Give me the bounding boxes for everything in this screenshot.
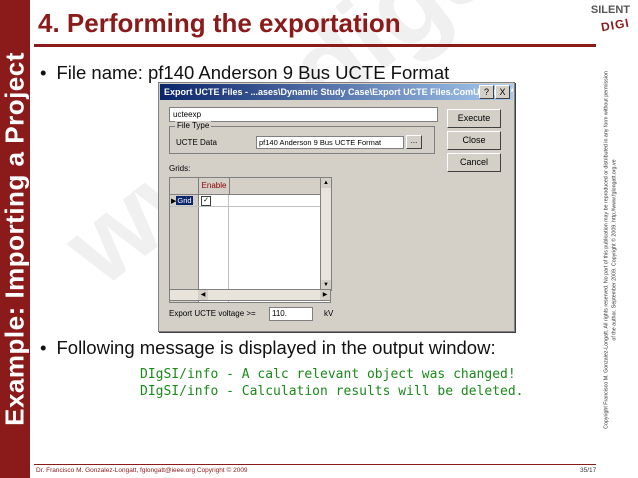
output-window-text: DIgSI/info - A calc relevant object was … — [140, 366, 524, 400]
bullet-text: Following message is displayed in the ou… — [56, 337, 496, 358]
close-button[interactable]: Close — [447, 131, 501, 150]
footer-rule — [34, 464, 596, 465]
voltage-field[interactable]: 110. — [269, 307, 313, 321]
title-rule — [34, 44, 596, 47]
bullet-dot: • — [40, 337, 47, 358]
grids-label: Grids: — [169, 164, 191, 173]
row-name: Grid — [176, 196, 193, 205]
horizontal-scrollbar[interactable]: ◀ ▶ — [169, 289, 331, 301]
output-line: DIgSI/info - A calc relevant object was … — [140, 367, 516, 382]
ucte-data-field[interactable]: pf140 Anderson 9 Bus UCTE Format — [256, 136, 404, 149]
column-divider — [228, 195, 229, 302]
bullet-text: File name: pf140 Anderson 9 Bus UCTE For… — [56, 62, 450, 83]
execute-button[interactable]: Execute — [447, 109, 501, 128]
table-header-row: Enable — [170, 178, 330, 195]
logo-text-bottom: DIGI — [600, 15, 631, 35]
logo: SILENT DIGI — [588, 2, 634, 42]
copyright-line: Copyright Francisco M. Gonzalez-Longatt.… — [603, 71, 610, 429]
file-type-legend: File Type — [175, 121, 212, 130]
cancel-button[interactable]: Cancel — [447, 153, 501, 172]
help-button[interactable]: ? — [479, 85, 494, 99]
dialog-titlebar[interactable]: Export UCTE Files - ...ases\Dynamic Stud… — [160, 84, 513, 100]
row-label: ▶Grid — [171, 195, 197, 206]
browse-button[interactable]: ... — [406, 135, 422, 149]
page-number: 35/17 — [580, 467, 597, 474]
copyright-line: of the author. September 2009. Copyright… — [611, 159, 617, 341]
dialog-title: Export UCTE Files - ...ases\Dynamic Stud… — [164, 87, 513, 97]
bullet-output-message: • Following message is displayed in the o… — [40, 337, 496, 359]
row-header-column — [170, 195, 199, 302]
grids-table: Enable ▶Grid ✓ — [169, 177, 331, 303]
output-line: DIgSI/info - Calculation results will be… — [140, 384, 524, 399]
scroll-up-icon[interactable]: ▲ — [321, 178, 331, 188]
table-row[interactable]: ▶Grid ✓ — [170, 195, 330, 207]
command-name-field[interactable]: ucteexp — [169, 107, 438, 122]
dialog-close-button[interactable]: X — [495, 85, 510, 99]
bullet-dot: • — [40, 62, 47, 83]
export-ucte-dialog: Export UCTE Files - ...ases\Dynamic Stud… — [158, 82, 515, 332]
enable-column-header[interactable]: Enable — [198, 178, 230, 194]
footer-author: Dr. Francisco M. Gonzalez-Longatt, fglon… — [36, 467, 248, 474]
scroll-left-icon[interactable]: ◀ — [198, 290, 208, 300]
file-type-group: File Type UCTE Data pf140 Anderson 9 Bus… — [169, 121, 435, 154]
logo-text-top: SILENT — [590, 4, 630, 16]
sidebar: Example: Importing a Project — [0, 0, 30, 478]
voltage-unit: kV — [324, 309, 334, 318]
sidebar-title: Example: Importing a Project — [0, 52, 30, 426]
enable-checkbox[interactable]: ✓ — [201, 196, 211, 206]
copyright-notice: Copyright Francisco M. Gonzalez-Longatt.… — [604, 71, 619, 429]
scroll-right-icon[interactable]: ▶ — [320, 290, 330, 300]
voltage-label: Export UCTE voltage >= — [169, 309, 256, 318]
bullet-file-name: • File name: pf140 Anderson 9 Bus UCTE Fo… — [40, 62, 449, 84]
vertical-scrollbar[interactable]: ▲ ▼ — [320, 177, 332, 291]
slide-title: 4. Performing the exportation — [38, 8, 401, 38]
ucte-data-label: UCTE Data — [176, 138, 217, 147]
